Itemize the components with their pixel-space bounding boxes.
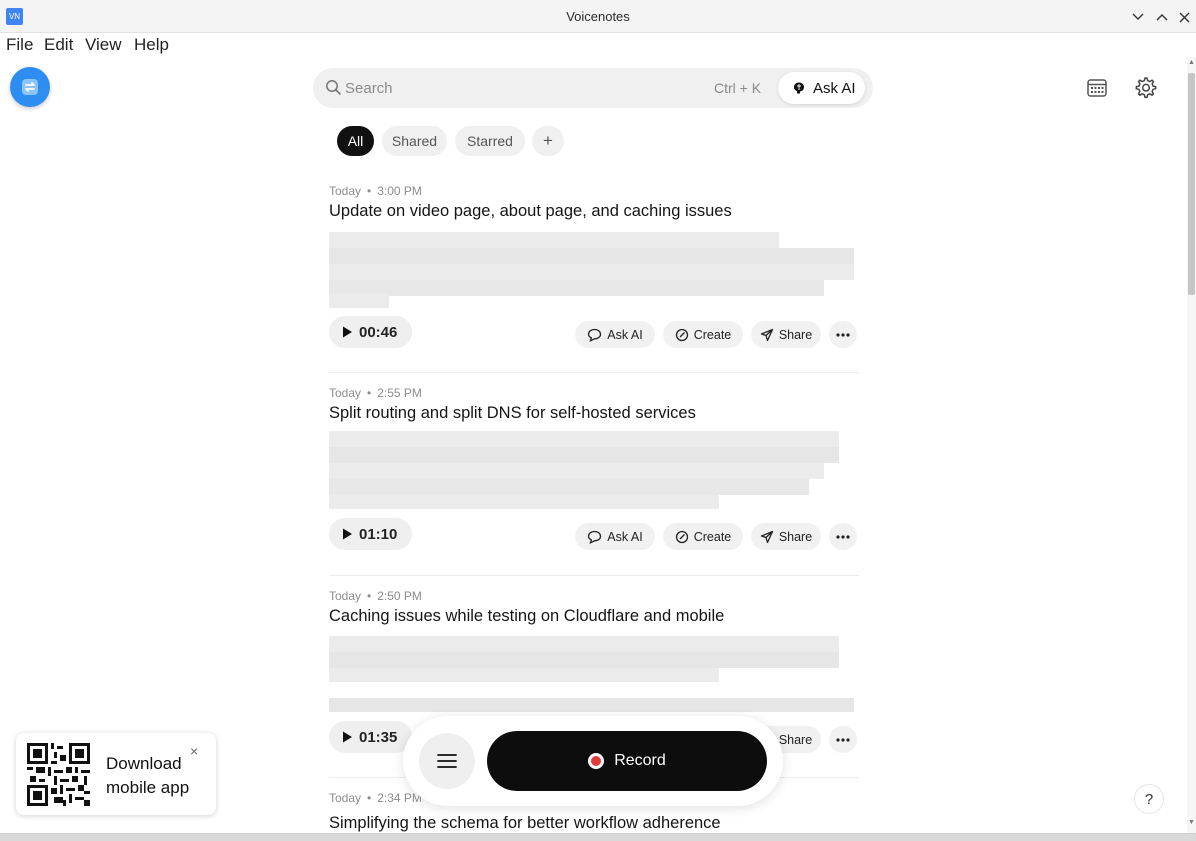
- play-icon: [343, 528, 352, 540]
- menu-file[interactable]: File: [6, 35, 33, 55]
- calendar-button[interactable]: [1086, 77, 1108, 99]
- note-create-button[interactable]: Create: [663, 321, 743, 348]
- ask-ai-button[interactable]: Ask AI: [778, 72, 865, 104]
- scroll-thumb[interactable]: [1188, 73, 1195, 295]
- gear-icon: [1135, 77, 1157, 99]
- note-more-button[interactable]: [829, 523, 857, 550]
- record-label: Record: [614, 752, 666, 769]
- note-more-button[interactable]: [829, 726, 857, 753]
- add-filter-button[interactable]: +: [532, 126, 564, 156]
- help-button[interactable]: ?: [1134, 784, 1164, 814]
- note-item[interactable]: Today • 2:55 PM Split routing and split DN…: [329, 386, 859, 576]
- note-more-button[interactable]: [829, 321, 857, 348]
- note-create-button[interactable]: Create: [663, 523, 743, 550]
- note-preview-redacted: [329, 224, 859, 308]
- play-button[interactable]: 01:10: [329, 518, 412, 550]
- note-share-button[interactable]: Share: [751, 523, 821, 550]
- search-shortcut: Ctrl + K: [714, 80, 762, 96]
- note-date: Today • 2:34 PM: [329, 791, 422, 805]
- sync-avatar-button[interactable]: [10, 67, 50, 107]
- create-icon: [675, 530, 688, 543]
- title-bar: VN Voicenotes: [0, 0, 1196, 33]
- sync-icon: [22, 79, 38, 95]
- note-title[interactable]: Simplifying the schema for better workfl…: [329, 814, 721, 833]
- qr-code-icon: [27, 743, 90, 806]
- filter-shared[interactable]: Shared: [382, 126, 447, 156]
- menu-help[interactable]: Help: [134, 35, 169, 55]
- menu-view[interactable]: View: [85, 35, 122, 55]
- filter-all[interactable]: All: [337, 126, 374, 156]
- note-duration: 01:35: [359, 728, 398, 746]
- note-duration: 01:10: [359, 525, 398, 543]
- note-share-button[interactable]: Share: [751, 321, 821, 348]
- note-divider: [329, 575, 859, 576]
- note-date: Today • 3:00 PM: [329, 184, 422, 198]
- note-title[interactable]: Split routing and split DNS for self-hos…: [329, 404, 696, 423]
- scroll-up-icon[interactable]: ▲: [1187, 59, 1196, 66]
- play-button[interactable]: 01:35: [329, 721, 412, 753]
- note-date: Today • 2:50 PM: [329, 589, 422, 603]
- window-title: Voicenotes: [566, 9, 630, 24]
- play-icon: [343, 731, 352, 743]
- search-bar: Ctrl + K Ask AI: [313, 68, 873, 108]
- app-window: VN Voicenotes File Edit View Help Ctrl +…: [0, 0, 1196, 834]
- search-icon: [326, 80, 341, 95]
- chat-bubble-icon: [588, 328, 602, 342]
- ask-ai-label: Ask AI: [813, 79, 856, 97]
- send-icon: [760, 530, 773, 543]
- close-icon[interactable]: [1176, 9, 1192, 25]
- scroll-down-icon[interactable]: ▼: [1187, 819, 1196, 826]
- note-divider: [329, 372, 859, 373]
- create-icon: [675, 328, 688, 341]
- more-icon: [836, 534, 850, 539]
- brain-icon: [794, 82, 804, 94]
- note-ask-ai-button[interactable]: Ask AI: [575, 523, 655, 550]
- download-app-card[interactable]: Download mobile app ×: [16, 733, 216, 815]
- note-ask-ai-button[interactable]: Ask AI: [575, 321, 655, 348]
- minimize-icon[interactable]: [1130, 9, 1146, 25]
- scrollbar[interactable]: ▲ ▼: [1187, 57, 1196, 833]
- record-button[interactable]: Record: [487, 731, 767, 791]
- note-title[interactable]: Update on video page, about page, and ca…: [329, 202, 732, 221]
- record-dot-icon: [588, 753, 605, 769]
- download-app-text: Download mobile app: [106, 754, 190, 797]
- send-icon: [760, 328, 773, 341]
- maximize-icon[interactable]: [1154, 9, 1170, 25]
- close-card-button[interactable]: ×: [190, 743, 198, 759]
- note-preview-redacted: [329, 426, 859, 509]
- menu-button[interactable]: [419, 733, 475, 789]
- play-icon: [343, 326, 352, 338]
- chat-bubble-icon: [588, 530, 602, 544]
- note-item[interactable]: Today • 3:00 PM Update on video page, abou…: [329, 184, 859, 374]
- calendar-icon: [1087, 79, 1107, 97]
- filter-starred[interactable]: Starred: [455, 126, 525, 156]
- play-button[interactable]: 00:46: [329, 316, 412, 348]
- menu-bar: File Edit View Help: [0, 33, 1196, 57]
- more-icon: [836, 332, 850, 337]
- note-date: Today • 2:55 PM: [329, 386, 422, 400]
- note-title[interactable]: Caching issues while testing on Cloudfla…: [329, 607, 724, 626]
- note-duration: 00:46: [359, 323, 398, 341]
- menu-edit[interactable]: Edit: [44, 35, 73, 55]
- note-preview-redacted: [329, 629, 859, 712]
- hamburger-icon: [437, 754, 457, 768]
- record-bar: Record: [403, 716, 783, 806]
- more-icon: [836, 737, 850, 742]
- search-input[interactable]: [345, 78, 645, 98]
- settings-button[interactable]: [1132, 75, 1158, 101]
